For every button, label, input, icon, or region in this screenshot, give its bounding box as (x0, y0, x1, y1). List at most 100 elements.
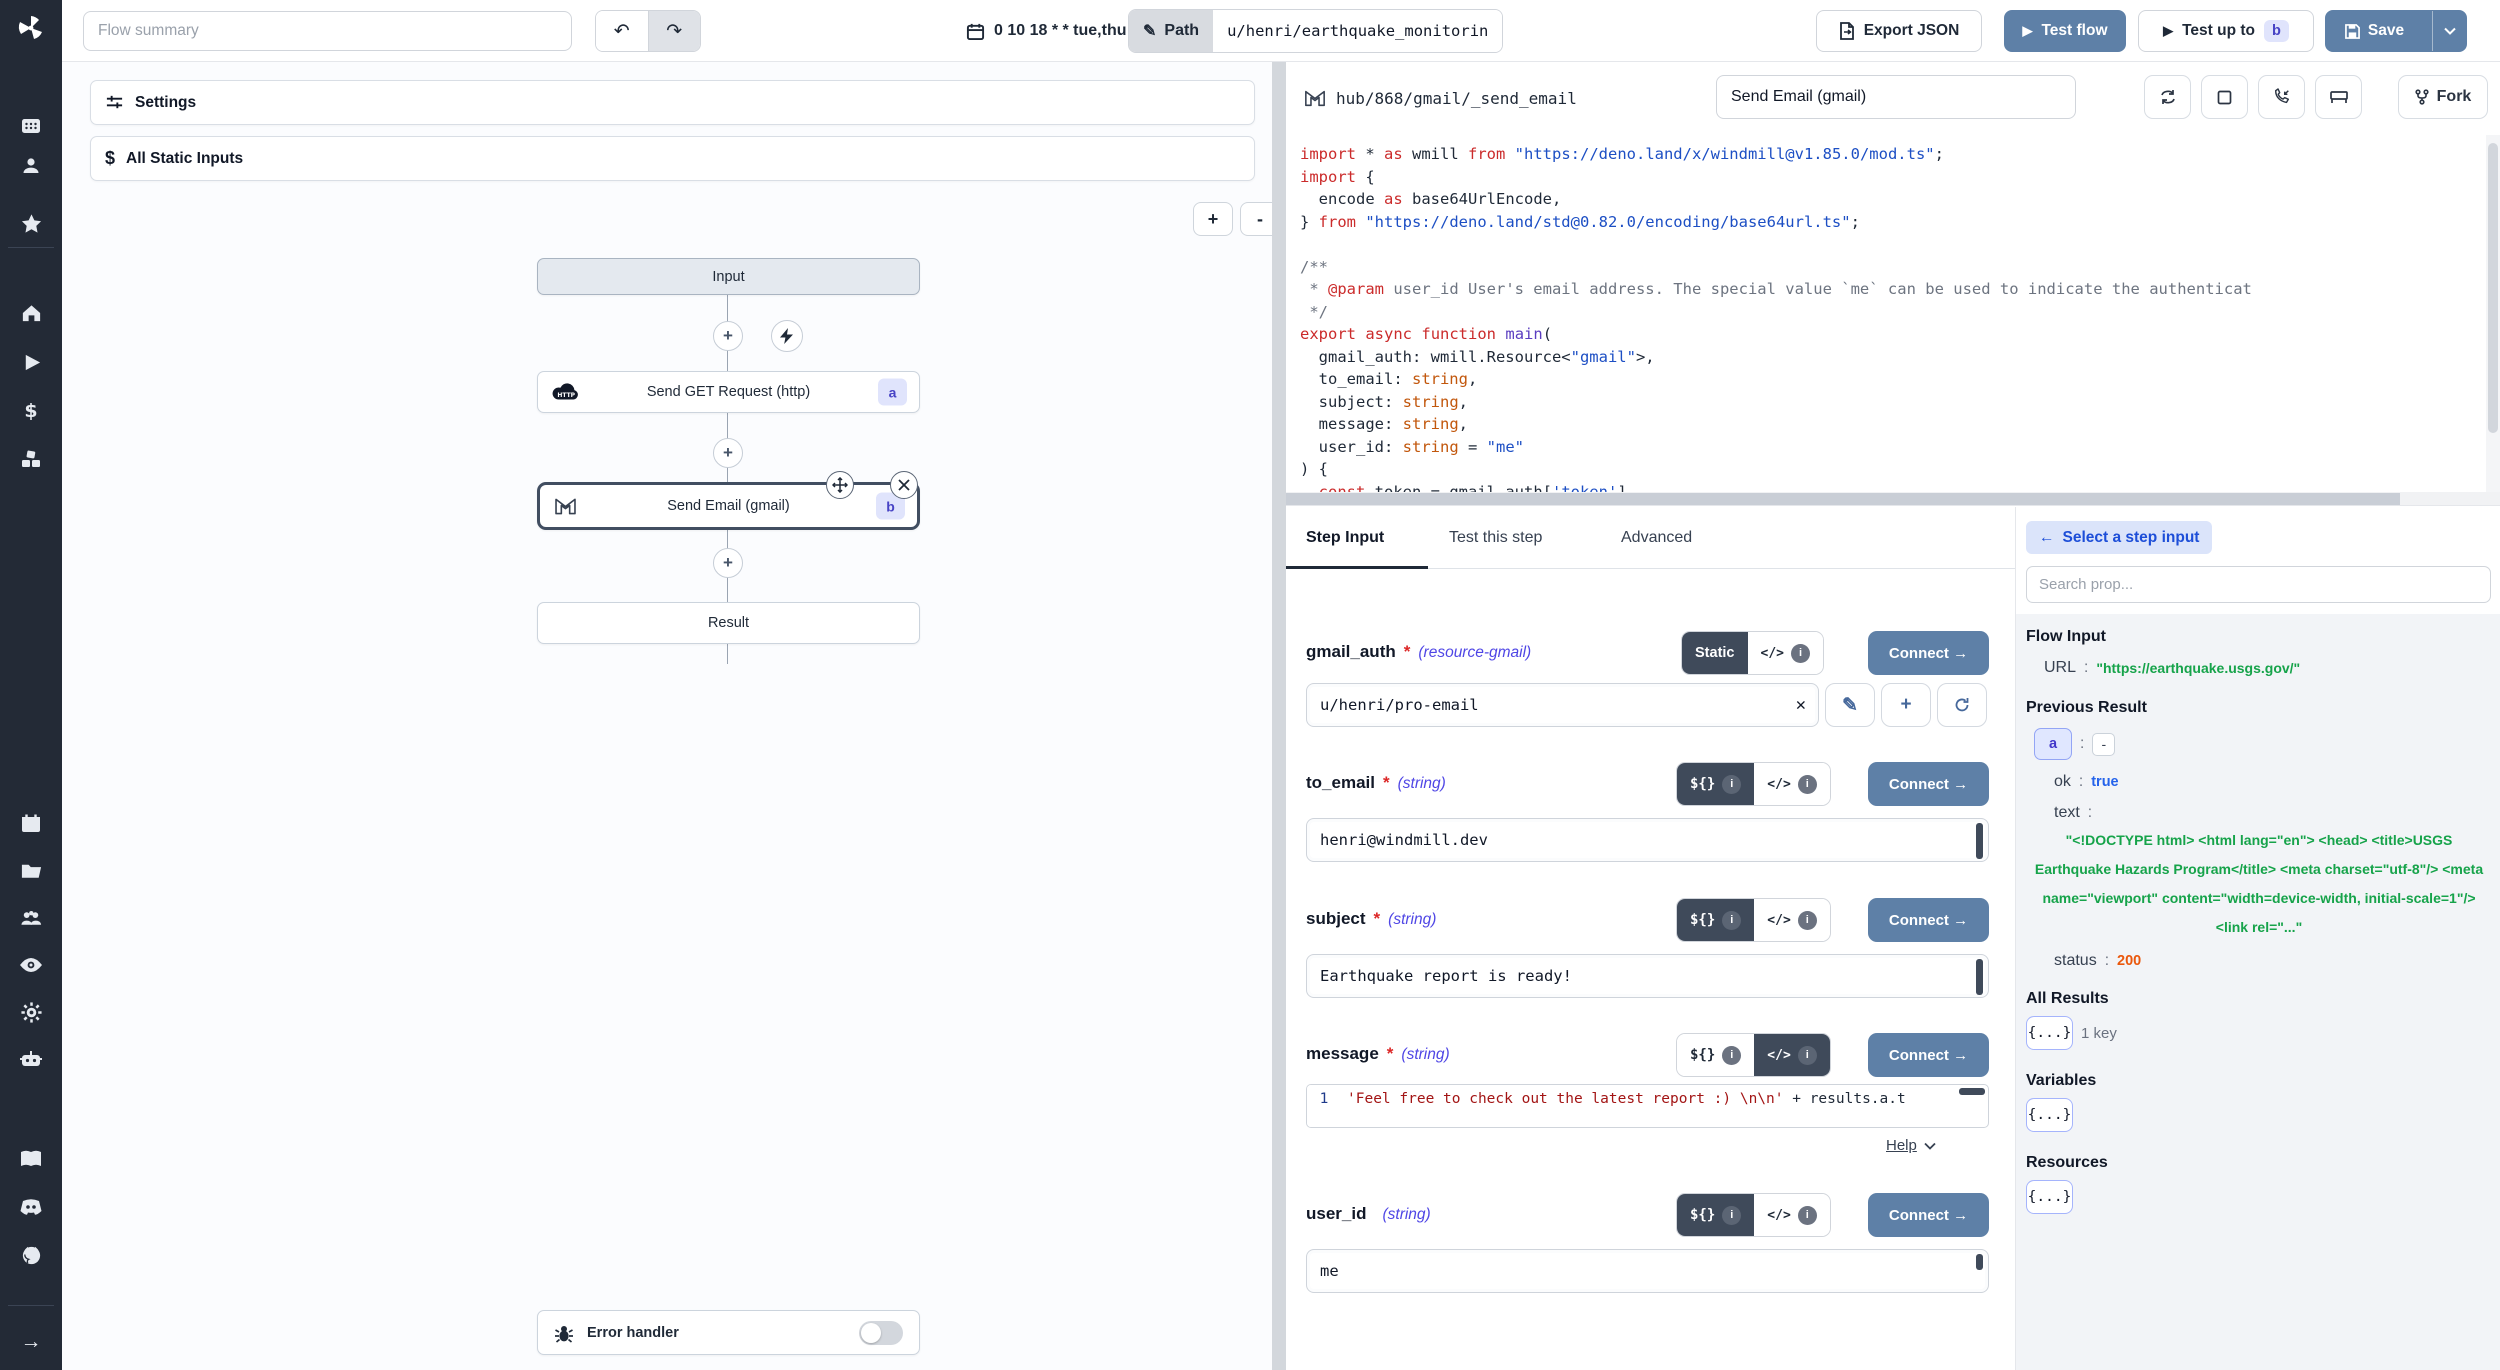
all-static-inputs-button[interactable]: $ All Static Inputs (90, 136, 1255, 181)
sidebar-item-resources[interactable] (0, 440, 62, 480)
sidebar-item-groups[interactable] (0, 898, 62, 938)
code-vertical-scrollbar[interactable] (2486, 135, 2500, 492)
undo-button[interactable]: ↶ (596, 11, 648, 51)
test-flow-button[interactable]: ▶ Test flow (2004, 10, 2126, 52)
sidebar-item-github[interactable] (0, 1235, 62, 1275)
add-resource-button[interactable]: + (1881, 683, 1931, 727)
redo-button[interactable]: ↷ (648, 11, 701, 51)
error-handler-row[interactable]: Error handler (537, 1310, 920, 1355)
add-trigger-button[interactable] (771, 320, 803, 352)
flow-canvas[interactable]: + - Input + HTTP Send GET Request (http)… (62, 190, 1272, 1370)
sidebar-item-runs[interactable] (0, 342, 62, 382)
search-prop-input[interactable] (2026, 566, 2491, 603)
test-up-to-button[interactable]: ▶ Test up to b (2138, 10, 2314, 52)
connect-button-message[interactable]: Connect → (1868, 1033, 1989, 1077)
variables-object-button[interactable]: {...} (2026, 1098, 2073, 1132)
node-input[interactable]: Input (537, 258, 920, 295)
clear-icon[interactable]: ✕ (1796, 695, 1806, 715)
error-handler-toggle[interactable] (859, 1321, 903, 1345)
refresh-resource-button[interactable] (1937, 683, 1987, 727)
template-mode-button[interactable]: ${}i (1677, 763, 1754, 805)
sidebar-item-home[interactable] (0, 293, 62, 333)
fork-button[interactable]: Fork (2398, 75, 2488, 119)
code-mode-button[interactable]: </>i (1754, 1034, 1829, 1076)
windmill-logo[interactable] (0, 8, 62, 48)
sidebar-item-docs[interactable] (0, 1139, 62, 1179)
reload-script-button[interactable] (2144, 75, 2191, 119)
user-id-input[interactable]: me (1306, 1249, 1989, 1293)
code-editor[interactable]: import * as wmill from "https://deno.lan… (1286, 135, 2486, 492)
sidebar-item-workers[interactable] (0, 992, 62, 1032)
to-email-input[interactable]: henri@windmill.dev (1306, 818, 1989, 862)
step-name-input[interactable] (1716, 75, 2076, 119)
sidebar-item-workspace[interactable] (0, 106, 62, 146)
help-link[interactable]: Help (1886, 1137, 1936, 1154)
bench-button[interactable] (2315, 75, 2362, 119)
flow-input-url-row[interactable]: URL : "https://earthquake.usgs.gov/" (2044, 659, 2491, 677)
flow-settings-button[interactable]: Settings (90, 80, 1255, 125)
flow-summary-input[interactable] (83, 11, 572, 51)
zoom-in-button[interactable]: + (1193, 202, 1233, 236)
schedule-display[interactable]: 0 10 18 * * tue,thu (966, 0, 1127, 62)
sidebar-item-user[interactable] (0, 146, 62, 186)
sidebar-item-folders[interactable] (0, 850, 62, 890)
template-mode-button[interactable]: ${}i (1677, 1194, 1754, 1236)
node-result[interactable]: Result (537, 602, 920, 644)
code-mode-button[interactable]: </>i (1748, 632, 1823, 674)
add-step-button[interactable]: + (713, 438, 743, 468)
node-send-get-request[interactable]: HTTP Send GET Request (http) a (537, 371, 920, 413)
connect-button-gmail-auth[interactable]: Connect → (1868, 631, 1989, 675)
connect-button-subject[interactable]: Connect → (1868, 898, 1989, 942)
add-step-button[interactable]: + (713, 321, 743, 351)
expand-editor-button[interactable] (2201, 75, 2248, 119)
export-json-button[interactable]: Export JSON (1816, 10, 1982, 52)
assistant-button[interactable] (2258, 75, 2305, 119)
step-a-badge[interactable]: a (2034, 728, 2072, 760)
tab-advanced[interactable]: Advanced (1621, 507, 1692, 569)
editor-scrollbar[interactable] (1959, 1088, 1985, 1095)
code-mode-button[interactable]: </>i (1754, 899, 1829, 941)
result-ok-row[interactable]: ok : true (2054, 773, 2491, 791)
delete-node-button[interactable] (890, 471, 918, 499)
code-mode-button[interactable]: </>i (1754, 1194, 1829, 1236)
select-step-input-label: Select a step input (2063, 529, 2200, 547)
sidebar-item-variables[interactable]: $ (0, 391, 62, 431)
subject-input[interactable]: Earthquake report is ready! (1306, 954, 1989, 998)
sidebar-item-worker-groups[interactable] (0, 1040, 62, 1080)
textarea-scrollbar[interactable] (1976, 1254, 1983, 1270)
code-horizontal-scrollbar[interactable] (1286, 492, 2500, 506)
connect-button-user-id[interactable]: Connect → (1868, 1193, 1989, 1237)
save-dropdown-button[interactable] (2432, 11, 2466, 51)
variables-row: {...} (2026, 1098, 2491, 1132)
static-mode-button[interactable]: Static (1682, 632, 1748, 674)
select-step-input-button[interactable]: ← Select a step input (2026, 521, 2212, 554)
result-status-row[interactable]: status : 200 (2054, 952, 2491, 970)
node-send-email-selected[interactable]: Send Email (gmail) b (537, 482, 920, 530)
template-mode-button[interactable]: ${}i (1677, 899, 1754, 941)
all-results-object-button[interactable]: {...} (2026, 1016, 2073, 1050)
message-code-editor[interactable]: 1 'Feel free to check out the latest rep… (1306, 1084, 1989, 1128)
result-text-row[interactable]: text : (2054, 804, 2491, 822)
save-button[interactable]: Save (2326, 11, 2423, 51)
gmail-auth-input[interactable]: u/henri/pro-email ✕ (1306, 683, 1819, 727)
resources-object-button[interactable]: {...} (2026, 1180, 2073, 1214)
sidebar-item-audit-logs[interactable] (0, 945, 62, 985)
textarea-scrollbar[interactable] (1976, 823, 1983, 859)
move-node-button[interactable] (826, 471, 854, 499)
edit-path-button[interactable]: ✎ Path (1129, 10, 1213, 52)
collapse-button[interactable]: - (2092, 733, 2115, 756)
sidebar-expand-button[interactable]: → (0, 1322, 62, 1362)
panel-splitter[interactable] (1272, 62, 1286, 1370)
tab-test-this-step[interactable]: Test this step (1449, 507, 1542, 569)
code-mode-button[interactable]: </>i (1754, 763, 1829, 805)
save-button-group: Save (2325, 10, 2467, 52)
sidebar-item-favorites[interactable] (0, 203, 62, 243)
sidebar-item-schedules[interactable] (0, 804, 62, 844)
template-mode-button[interactable]: ${}i (1677, 1034, 1754, 1076)
tab-step-input[interactable]: Step Input (1306, 507, 1384, 569)
sidebar-item-discord[interactable] (0, 1187, 62, 1227)
add-step-button[interactable]: + (713, 548, 743, 578)
edit-resource-button[interactable]: ✎ (1825, 683, 1875, 727)
textarea-scrollbar[interactable] (1976, 959, 1983, 995)
connect-button-to-email[interactable]: Connect → (1868, 762, 1989, 806)
